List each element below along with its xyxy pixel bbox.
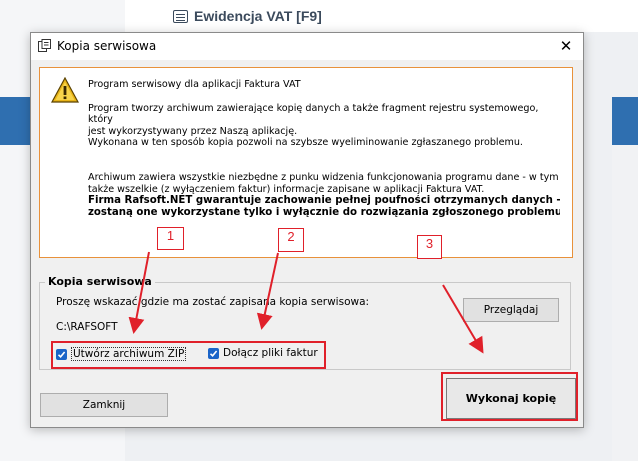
annotation-highlight-execute [441, 372, 578, 421]
annotation-number-1: 1 [157, 227, 184, 250]
background-blue-band-left [0, 97, 32, 145]
info-line: Program serwisowy dla aplikacji Faktura … [88, 79, 301, 90]
annotation-number-2: 2 [278, 228, 304, 252]
dialog-titlebar[interactable]: Kopia serwisowa ✕ [31, 33, 583, 60]
info-panel: Program serwisowy dla aplikacji Faktura … [39, 67, 573, 258]
info-line: Archiwum zawiera wszystkie niezbędne z p… [88, 171, 559, 183]
info-text: Program serwisowy dla aplikacji Faktura … [88, 79, 560, 218]
warning-icon [51, 77, 79, 103]
background-window-title[interactable]: Ewidencja VAT [F9] [173, 6, 322, 26]
path-label: Proszę wskazać gdzie ma zostać zapisana … [56, 296, 370, 308]
browse-button[interactable]: Przeglądaj [463, 298, 559, 322]
background-blue-band-right [612, 97, 638, 145]
annotation-number-3: 3 [417, 235, 442, 259]
dialog-title: Kopia serwisowa [57, 39, 157, 53]
app-icon [38, 39, 51, 52]
annotation-highlight-checkboxes [51, 341, 326, 369]
table-icon [173, 9, 188, 23]
close-icon[interactable]: ✕ [555, 36, 577, 56]
path-value: C:\RAFSOFT [56, 321, 118, 333]
group-legend: Kopia serwisowa [45, 275, 155, 288]
info-bold-line: zostaną one wykorzystane tylko i wyłączn… [88, 206, 560, 218]
info-line: Program tworzy archiwum zawierające kopi… [88, 102, 539, 126]
background-right-panel [612, 145, 638, 461]
info-bold-line: Firma Rafsoft.NET gwarantuje zachowanie … [88, 195, 560, 207]
info-line: jest wykorzystywany przez Naszą aplikacj… [88, 125, 298, 137]
close-button[interactable]: Zamknij [40, 393, 168, 417]
background-title-text: Ewidencja VAT [F9] [194, 8, 322, 24]
info-line: także wszelkie (z wyłączeniem faktur) in… [88, 183, 485, 195]
info-line: Wykonana w ten sposób kopia pozwoli na s… [88, 137, 523, 149]
